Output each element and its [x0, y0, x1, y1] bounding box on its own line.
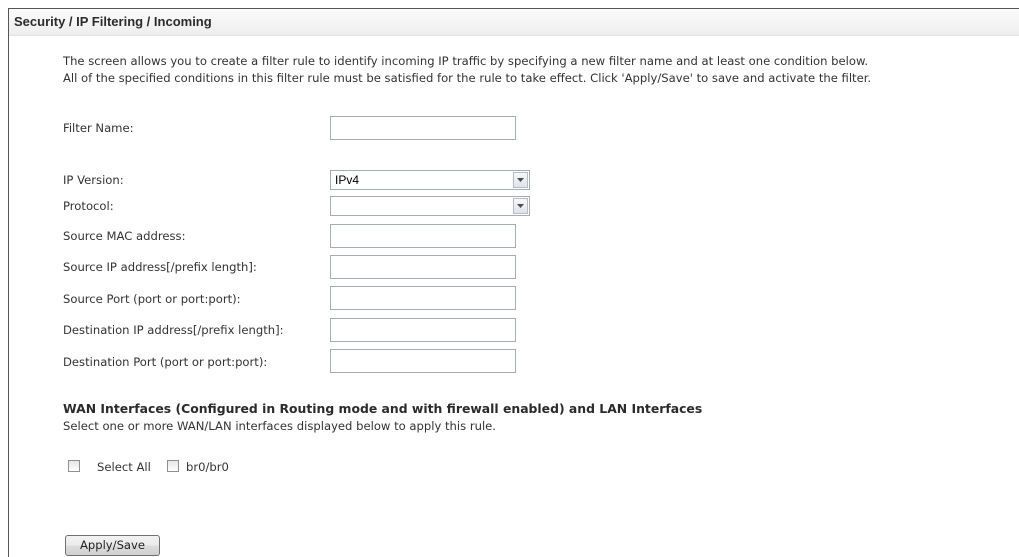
destination-port-label: Destination Port (port or port:port): — [63, 355, 268, 369]
filter-name-label: Filter Name: — [63, 121, 134, 135]
interfaces-section-title: WAN Interfaces (Configured in Routing mo… — [63, 401, 703, 416]
ip-version-select[interactable]: IPv4 — [330, 170, 530, 190]
destination-ip-label: Destination IP address[/prefix length]: — [63, 323, 284, 337]
source-port-label: Source Port (port or port:port): — [63, 292, 241, 306]
protocol-select[interactable] — [330, 196, 530, 216]
chevron-down-icon — [517, 178, 524, 182]
destination-ip-input[interactable] — [330, 318, 516, 342]
ip-version-label: IP Version: — [63, 173, 124, 187]
chevron-down-icon — [517, 204, 524, 208]
source-port-input[interactable] — [330, 286, 516, 310]
ip-version-dropdown-button[interactable] — [513, 172, 528, 188]
select-all-checkbox[interactable] — [68, 460, 80, 472]
source-ip-input[interactable] — [330, 255, 516, 279]
source-mac-label: Source MAC address: — [63, 229, 186, 243]
ip-version-selected-value: IPv4 — [335, 173, 360, 187]
page-title: Security / IP Filtering / Incoming — [9, 9, 1019, 36]
interface-label-br0: br0/br0 — [186, 460, 229, 474]
apply-save-button[interactable]: Apply/Save — [65, 535, 160, 556]
page-description-line-2: All of the specified conditions in this … — [63, 71, 872, 85]
interfaces-section-subtitle: Select one or more WAN/LAN interfaces di… — [63, 419, 496, 433]
protocol-label: Protocol: — [63, 199, 114, 213]
filter-name-input[interactable] — [330, 116, 516, 140]
source-ip-label: Source IP address[/prefix length]: — [63, 260, 257, 274]
source-mac-input[interactable] — [330, 224, 516, 248]
content-frame: Security / IP Filtering / Incoming The s… — [8, 8, 1019, 557]
protocol-dropdown-button[interactable] — [513, 198, 528, 214]
destination-port-input[interactable] — [330, 349, 516, 373]
select-all-label: Select All — [97, 460, 151, 474]
page-description-line-1: The screen allows you to create a filter… — [63, 54, 869, 68]
interface-checkbox-br0[interactable] — [167, 460, 179, 472]
